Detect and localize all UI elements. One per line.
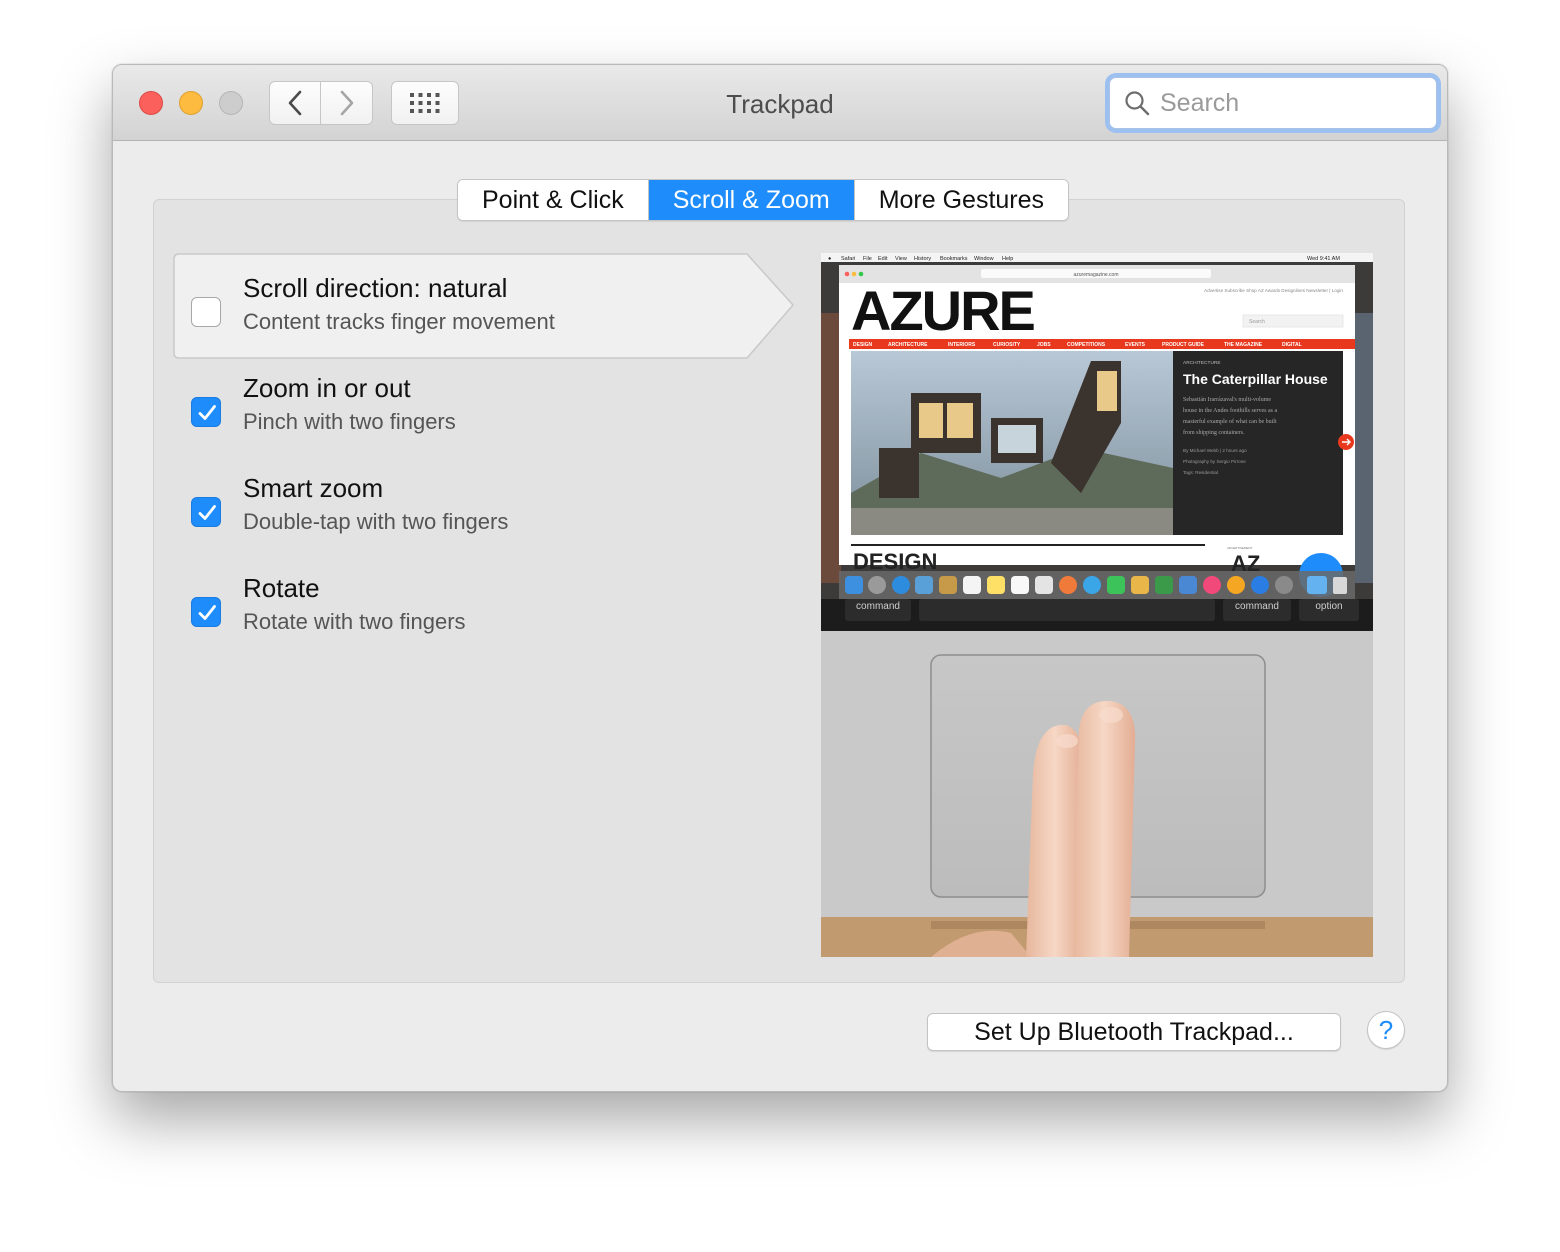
article-body-line: Sebastián Irarrázaval's multi-volume (1183, 397, 1271, 403)
article-body-line: masterful example of what can be built (1183, 418, 1277, 425)
search-icon (1125, 91, 1150, 116)
site-top-links: Advertise Subscribe Shop AZ Awards Desig… (1204, 288, 1343, 293)
selected-option-highlight (173, 253, 795, 359)
menu-bookmarks: Bookmarks (940, 256, 968, 262)
option-title: Zoom in or out (243, 373, 411, 403)
key-command-right: command (1235, 601, 1279, 612)
nav-competitions: COMPETITIONS (1067, 342, 1106, 348)
key-command-left: command (856, 601, 900, 612)
menu-file: File (863, 256, 872, 262)
menu-view: View (895, 256, 907, 262)
ad-label: ADVERTISEMENT (1227, 546, 1253, 550)
article-tags: Tags: Residential (1183, 470, 1218, 475)
menu-window: Window (974, 256, 994, 262)
nav-jobs: JOBS (1037, 342, 1051, 348)
browser-url: azuremagazine.com (1073, 272, 1118, 278)
checkmark-icon (198, 605, 216, 620)
setup-bluetooth-trackpad-button[interactable]: Set Up Bluetooth Trackpad... (927, 1013, 1341, 1051)
nav-the-magazine: THE MAGAZINE (1224, 342, 1263, 348)
menu-history: History (914, 256, 931, 262)
nav-design: DESIGN (853, 342, 873, 348)
search-input[interactable] (1160, 88, 1410, 118)
article-photo-credit: Photography by Sergio Pirrone (1183, 459, 1246, 464)
menu-edit: Edit (878, 256, 888, 262)
article-headline: The Caterpillar House (1183, 371, 1328, 387)
tab-scroll-and-zoom[interactable]: Scroll & Zoom (648, 180, 855, 220)
article-category: ARCHITECTURE (1183, 360, 1221, 366)
tab-more-gestures[interactable]: More Gestures (854, 180, 1069, 220)
gesture-preview-video: ● Safari File Edit View History Bookmark… (821, 253, 1373, 957)
tab-bar: Point & Click Scroll & Zoom More Gesture… (457, 179, 1070, 221)
nav-events: EVENTS (1125, 342, 1146, 348)
rotate-checkbox[interactable] (191, 597, 221, 627)
nav-architecture: ARCHITECTURE (888, 342, 928, 348)
option-subtitle: Content tracks finger movement (243, 309, 555, 334)
smart-zoom-checkbox[interactable] (191, 497, 221, 527)
checkmark-icon (198, 405, 216, 420)
site-search-field: Search (1249, 319, 1265, 325)
option-title: Smart zoom (243, 473, 384, 503)
option-title: Scroll direction: natural (243, 273, 508, 303)
nav-curiosity: CURIOSITY (993, 342, 1021, 348)
article-body-line: house in the Andes foothills serves as a (1183, 407, 1277, 414)
checkmark-icon (198, 505, 216, 520)
nav-digital: DIGITAL (1282, 342, 1302, 348)
key-option: option (1315, 601, 1342, 612)
nav-product-guide: PRODUCT GUIDE (1162, 342, 1205, 348)
tab-point-and-click[interactable]: Point & Click (458, 180, 649, 220)
nav-interiors: INTERIORS (948, 342, 976, 348)
preferences-window: Trackpad Point & Click Scroll & Zoom Mor… (112, 64, 1448, 1092)
option-title: Rotate (243, 573, 320, 603)
help-button[interactable]: ? (1367, 1011, 1405, 1049)
svg-text:DESIGN ARCHITECTURE: DESIGN ARCHITECTURE INTERIORS CURIOSITY … (853, 342, 1302, 348)
option-subtitle: Pinch with two fingers (243, 409, 456, 434)
menu-help: Help (1002, 256, 1013, 262)
zoom-checkbox[interactable] (191, 397, 221, 427)
azure-logo: AZURE (851, 279, 1035, 342)
option-subtitle: Double-tap with two fingers (243, 509, 509, 534)
article-byline: By Michael Webb | 2 hours ago (1183, 448, 1247, 453)
scroll-direction-checkbox[interactable] (191, 297, 221, 327)
title-bar[interactable]: Trackpad (113, 65, 1447, 141)
section-heading: DESIGN (853, 549, 937, 574)
menu-clock: Wed 9:41 AM (1307, 256, 1340, 262)
option-subtitle: Rotate with two fingers (243, 609, 466, 634)
menu-safari: Safari (841, 256, 855, 262)
article-body-line: from shipping containers. (1183, 429, 1245, 436)
search-field[interactable] (1109, 77, 1437, 129)
